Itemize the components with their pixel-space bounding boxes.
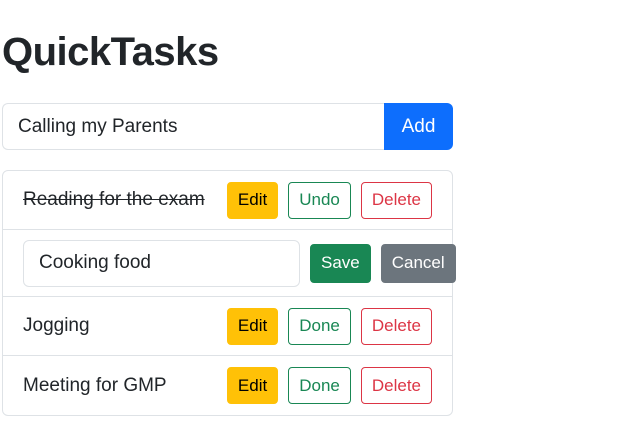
save-button[interactable]: Save <box>310 243 371 283</box>
page-title: QuickTasks <box>2 30 219 74</box>
task-item: Jogging Edit Done Delete <box>3 297 452 356</box>
task-list: Reading for the exam Edit Undo Delete Sa… <box>2 170 456 416</box>
delete-button[interactable]: Delete <box>360 181 432 219</box>
task-item: Reading for the exam Edit Undo Delete <box>3 171 452 230</box>
edit-task-input[interactable] <box>23 239 300 287</box>
undo-button[interactable]: Undo <box>288 181 351 219</box>
edit-button[interactable]: Edit <box>226 307 279 345</box>
task-text: Reading for the exam <box>23 189 205 210</box>
add-button[interactable]: Add <box>384 103 453 150</box>
task-text: Jogging <box>23 315 90 336</box>
edit-button[interactable]: Edit <box>226 367 279 404</box>
task-item: Meeting for GMP Edit Done Delete <box>3 356 452 415</box>
task-item-editing: Save Cancel <box>3 230 456 297</box>
cancel-button[interactable]: Cancel <box>380 243 456 283</box>
delete-button[interactable]: Delete <box>360 307 432 345</box>
done-button[interactable]: Done <box>288 367 351 404</box>
new-task-input[interactable] <box>2 103 384 150</box>
delete-button[interactable]: Delete <box>360 367 432 404</box>
add-task-form: Add <box>2 103 453 150</box>
task-text: Meeting for GMP <box>23 374 167 396</box>
done-button[interactable]: Done <box>288 307 351 345</box>
edit-button[interactable]: Edit <box>226 181 279 219</box>
